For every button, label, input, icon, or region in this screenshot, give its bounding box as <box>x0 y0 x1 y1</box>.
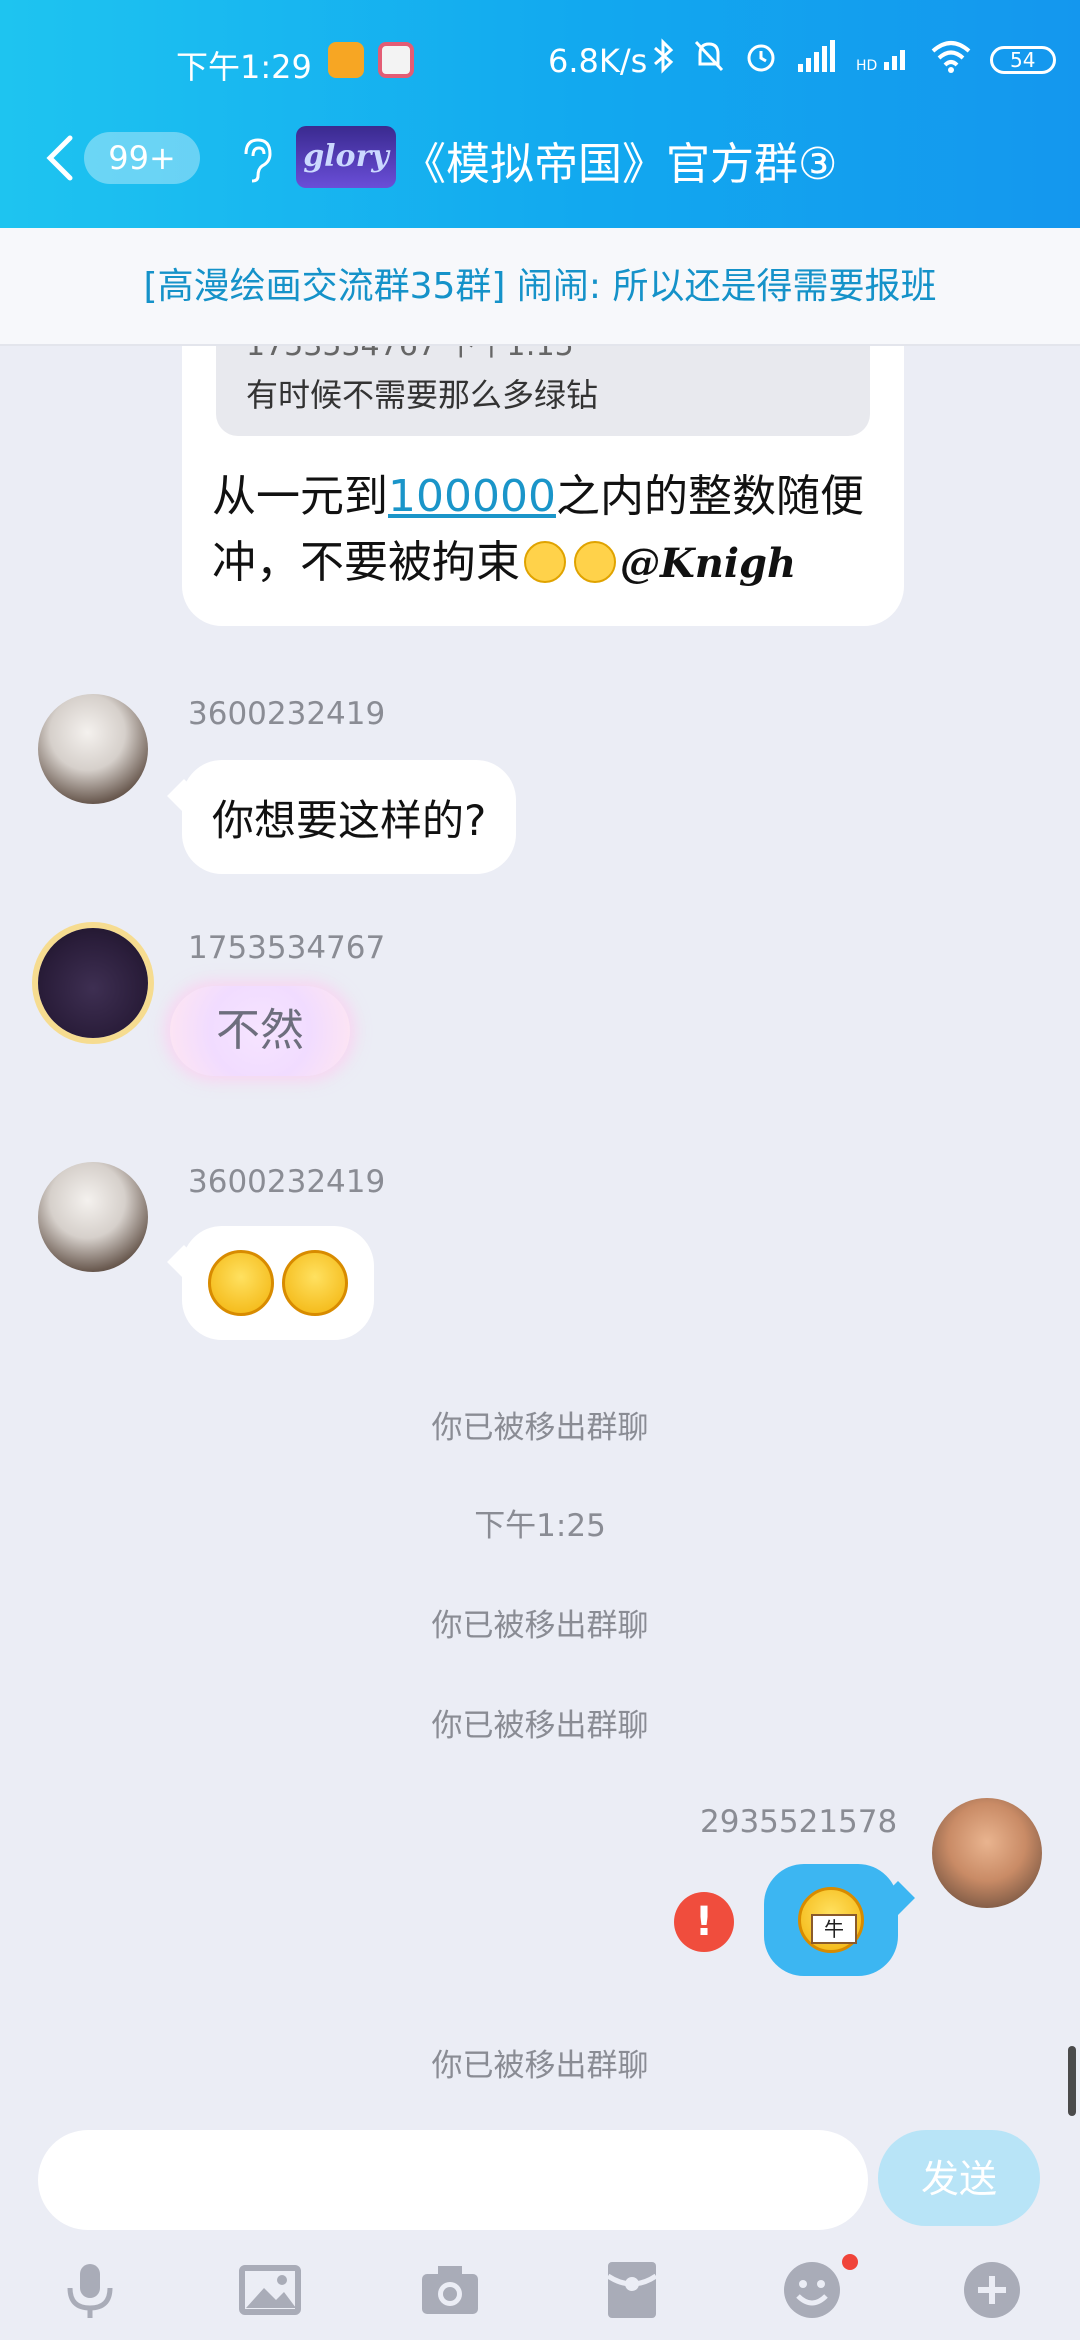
red-packet-icon[interactable] <box>600 2258 664 2322</box>
group-notice-banner[interactable]: [高漫绘画交流群35群] 闹闹: 所以还是得需要报班 <box>0 228 1080 346</box>
smile-emoji-icon <box>574 541 616 583</box>
quote-meta: 1753534767 下午1:15 <box>246 346 574 364</box>
send-button[interactable]: 发送 <box>878 2130 1040 2226</box>
message-text: 不然 <box>216 1005 304 1056</box>
image-icon[interactable] <box>238 2258 302 2322</box>
new-indicator-dot <box>842 2254 858 2270</box>
smile-emoji-icon <box>524 541 566 583</box>
quote-body: 从一元到100000之内的整数随便冲，不要被拘束 @Knigh <box>212 464 872 597</box>
input-toolbar <box>0 2250 1080 2330</box>
avatar[interactable] <box>38 928 148 1038</box>
battery-icon: 54 <box>989 46 1056 74</box>
app-notification-icon-2 <box>378 42 414 78</box>
chat-nav-bar: 99+ glory 《模拟帝国》官方群③ <box>0 118 1080 198</box>
my-avatar[interactable] <box>932 1798 1042 1908</box>
laugh-cry-emoji-icon <box>282 1250 348 1316</box>
header: 下午1:29 6.8K/s HD 54 99+ glory 《模拟帝国》官方群③ <box>0 0 1080 228</box>
group-logo: glory <box>296 126 396 188</box>
app-notification-icon <box>328 42 364 78</box>
emoji-icon[interactable] <box>780 2258 844 2322</box>
back-button[interactable] <box>40 132 80 184</box>
status-bar: 下午1:29 6.8K/s HD 54 <box>0 38 1080 88</box>
styled-message-bubble[interactable]: 不然 <box>170 986 350 1076</box>
bluetooth-icon <box>652 38 674 82</box>
system-message: 你已被移出群聊 <box>431 1608 649 1644</box>
avatar[interactable] <box>38 694 148 804</box>
sender-id: 1753534767 <box>188 930 386 966</box>
microphone-icon[interactable] <box>58 2258 122 2322</box>
mention-link[interactable]: @Knigh <box>620 540 796 587</box>
group-title[interactable]: 《模拟帝国》官方群③ <box>402 128 837 192</box>
earpiece-mode-icon[interactable] <box>236 134 276 184</box>
quote-text: 有时候不需要那么多绿钻 <box>246 376 599 414</box>
avatar[interactable] <box>38 1162 148 1272</box>
body-text-1: 从一元到 <box>212 471 388 522</box>
system-message: 你已被移出群聊 <box>431 1708 649 1744</box>
plus-icon[interactable] <box>960 2258 1024 2322</box>
unread-count-badge[interactable]: 99+ <box>84 132 200 184</box>
my-message-bubble[interactable]: 牛 <box>764 1864 898 1976</box>
wifi-icon <box>930 39 972 81</box>
system-message: 你已被移出群聊 <box>431 1410 649 1446</box>
status-time: 下午1:29 <box>176 48 312 86</box>
message-text: 你想要这样的? <box>212 795 487 845</box>
message-bubble[interactable]: 你想要这样的? <box>182 760 517 874</box>
timestamp: 下午1:25 <box>474 1508 606 1544</box>
phone-number-link[interactable]: 100000 <box>388 471 556 522</box>
chevron-left-icon <box>46 135 73 181</box>
scrollbar[interactable] <box>1068 2046 1076 2116</box>
sender-id: 3600232419 <box>188 696 386 732</box>
my-sender-id: 2935521578 <box>700 1804 898 1840</box>
camera-icon[interactable] <box>418 2258 482 2322</box>
message-input[interactable] <box>38 2130 868 2230</box>
system-message: 你已被移出群聊 <box>431 2048 649 2084</box>
signal-icon <box>796 38 838 82</box>
input-bar: 发送 <box>0 2126 1080 2340</box>
quoted-message-bubble[interactable]: 1753534767 下午1:15 有时候不需要那么多绿钻 从一元到100000… <box>182 346 904 626</box>
network-speed: 6.8K/s <box>548 42 648 80</box>
laugh-cry-emoji-icon <box>208 1250 274 1316</box>
sender-id: 3600232419 <box>188 1164 386 1200</box>
sticker-emoji-icon: 牛 <box>798 1887 864 1953</box>
message-bubble[interactable] <box>182 1226 374 1340</box>
sticker-label: 牛 <box>811 1914 857 1944</box>
quoted-reference[interactable]: 1753534767 下午1:15 有时候不需要那么多绿钻 <box>216 346 870 436</box>
send-failed-icon[interactable]: ! <box>674 1892 734 1952</box>
mute-bell-icon <box>692 38 726 82</box>
chat-message-list[interactable]: 1753534767 下午1:15 有时候不需要那么多绿钻 从一元到100000… <box>0 346 1080 2126</box>
alarm-icon <box>744 38 778 82</box>
hd-signal-icon: HD <box>856 48 912 73</box>
